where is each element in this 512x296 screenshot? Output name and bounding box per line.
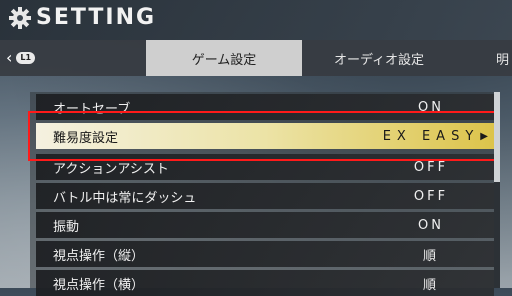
setting-label: 視点操作（縦） xyxy=(53,248,145,264)
setting-row-camera-vertical[interactable]: 視点操作（縦） 順 xyxy=(36,241,494,267)
tab-label: オーディオ設定 xyxy=(333,52,425,68)
tab-game-settings[interactable]: ゲーム設定 xyxy=(146,40,302,76)
gear-icon xyxy=(9,7,31,29)
setting-row-vibration[interactable]: 振動 ON xyxy=(36,212,494,238)
setting-value: OFF xyxy=(413,159,449,175)
title-text: SETTING xyxy=(36,5,157,30)
setting-value: 順 xyxy=(422,248,439,264)
setting-label: バトル中は常にダッシュ xyxy=(53,190,197,206)
setting-label: 振動 xyxy=(53,219,80,235)
header-bar: SETTING xyxy=(0,0,512,40)
l1-button-hint: L1 xyxy=(16,52,36,64)
tab-bar: ‹ L1 ゲーム設定 オーディオ設定 明 xyxy=(0,40,512,76)
scrollbar[interactable] xyxy=(494,92,500,288)
tab-brightness[interactable]: 明 xyxy=(484,40,512,76)
page-title: SETTING xyxy=(8,6,156,30)
setting-value: 順 xyxy=(422,277,439,293)
setting-label: 視点操作（横） xyxy=(53,277,145,293)
setting-row-camera-horizontal[interactable]: 視点操作（横） 順 xyxy=(36,270,494,296)
setting-row-battle-dash[interactable]: バトル中は常にダッシュ OFF xyxy=(36,183,494,209)
tab-label: 明 xyxy=(496,52,510,68)
setting-value: OFF xyxy=(413,188,449,204)
tab-label: ゲーム設定 xyxy=(191,52,257,68)
scrollbar-thumb[interactable] xyxy=(494,92,500,182)
prev-tab-control[interactable]: ‹ L1 xyxy=(6,50,36,66)
selection-highlight-box xyxy=(28,111,500,161)
setting-value: ON xyxy=(418,217,444,233)
chevron-left-icon[interactable]: ‹ xyxy=(6,50,12,66)
tab-audio-settings[interactable]: オーディオ設定 xyxy=(306,40,452,76)
